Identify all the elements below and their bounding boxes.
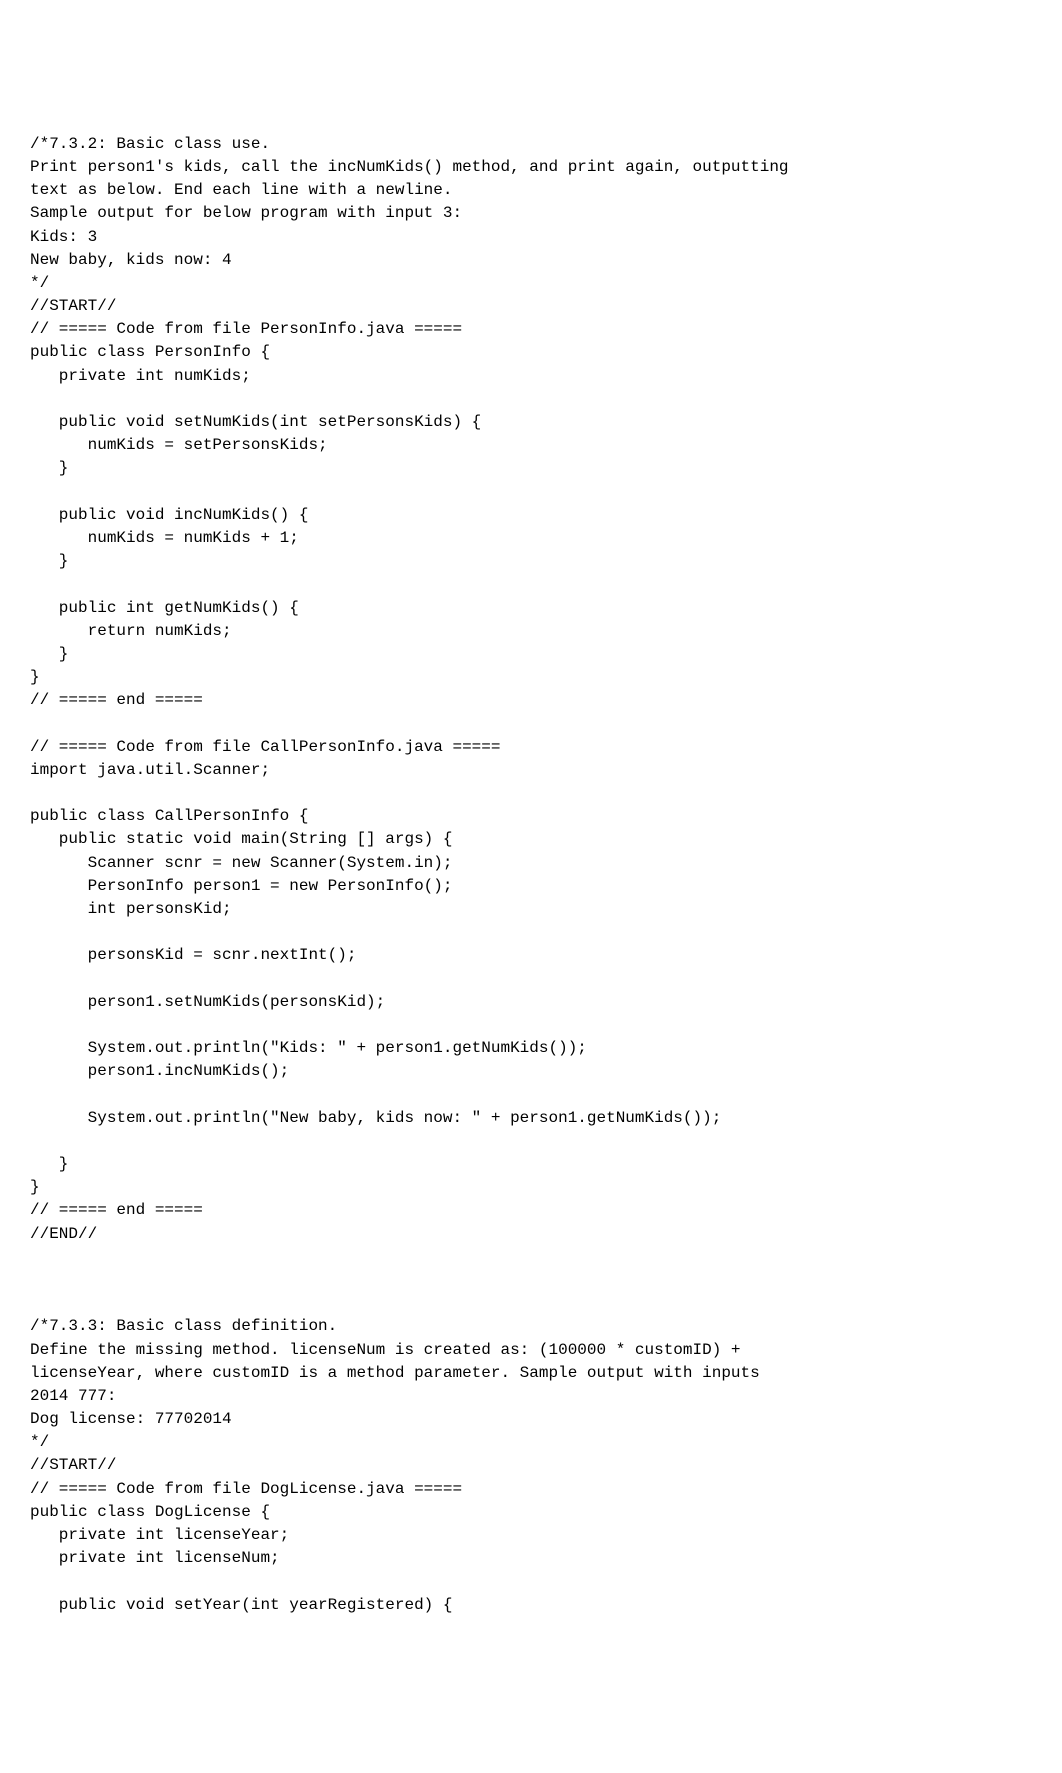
code-block: /*7.3.2: Basic class use. Print person1'… (30, 133, 1032, 1617)
